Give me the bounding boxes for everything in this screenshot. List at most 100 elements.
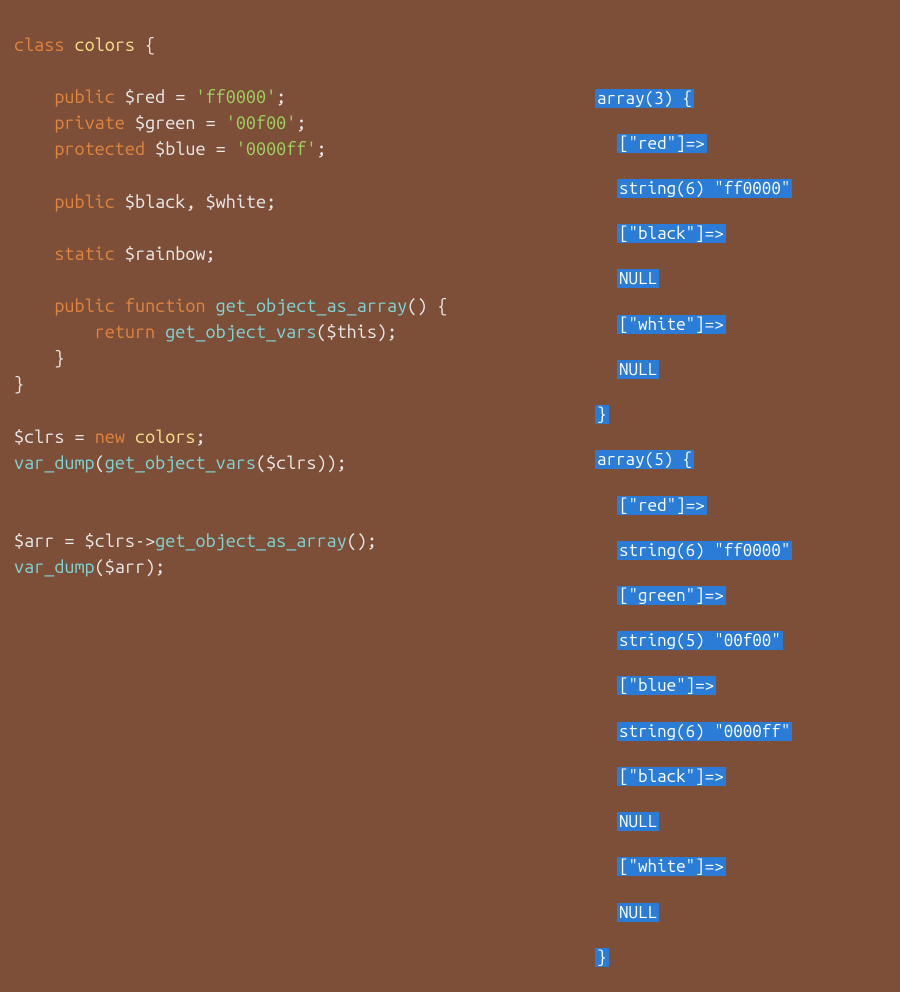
output-line: ["white"]=> [595,856,792,879]
paren-close: ); [145,557,165,577]
code-line: public $red = 'ff0000'; [14,87,286,107]
semicolon: ; [367,531,377,551]
output-line: ["black"]=> [595,223,792,246]
string-literal: '0000ff' [236,139,317,159]
output-line: NULL [595,359,792,382]
keyword-class: class [14,35,64,55]
output-line: } [595,404,792,427]
code-line: $clrs = new colors; [14,427,206,447]
class-name: colors [135,427,195,447]
brace-close: } [14,374,24,394]
string-literal: '00f00' [226,113,297,133]
output-line: array(3) { [595,88,792,111]
semicolon: ; [266,192,276,212]
output-text: NULL [617,269,659,288]
assign: = [175,87,185,107]
output-line: ["red"]=> [595,133,792,156]
code-line: return get_object_vars($this); [14,322,397,342]
variable: $this [327,322,377,342]
function-call: var_dump [14,557,95,577]
output-line: NULL [595,268,792,291]
variable: $white [206,192,266,212]
code-line: public $black, $white; [14,192,276,212]
keyword-visibility: public [54,87,114,107]
builtin-call: get_object_vars [105,453,256,473]
variable: $arr [14,531,54,551]
keyword-return: return [95,322,155,342]
variable: $black [125,192,185,212]
output-line: string(6) "ff0000" [595,178,792,201]
brace-open: { [145,35,155,55]
output-text: ["red"]=> [617,496,707,515]
paren-close: ); [377,322,397,342]
code-line: public function get_object_as_array() { [14,296,448,316]
assign: = [216,139,226,159]
output-line: ["green"]=> [595,585,792,608]
output-text: string(6) "ff0000" [617,541,792,560]
output-line: ["red"]=> [595,495,792,518]
output-text: ["blue"]=> [617,676,716,695]
output-text: NULL [617,812,659,831]
semicolon: ; [196,427,206,447]
output-text: ["black"]=> [617,767,726,786]
variable: $green [135,113,195,133]
variable: $clrs [85,531,135,551]
output-text: array(5) { [595,450,694,469]
output-line: } [595,947,792,970]
output-line: ["black"]=> [595,766,792,789]
code-line: private $green = '00f00'; [14,113,306,133]
comma: , [185,192,195,212]
code-line: } [14,348,64,368]
arrow-operator: -> [135,531,155,551]
output-text: ["white"]=> [617,315,726,334]
variable: $clrs [14,427,64,447]
code-line: } [14,374,24,394]
paren-open: ( [316,322,326,342]
output-line: ["blue"]=> [595,675,792,698]
code-editor[interactable]: class colors { public $red = 'ff0000'; p… [14,6,448,580]
keyword-static: static [54,244,114,264]
code-line: protected $blue = '0000ff'; [14,139,327,159]
output-text: array(3) { [595,89,694,108]
assign: = [206,113,216,133]
output-text: string(6) "ff0000" [617,179,792,198]
keyword-visibility: public [54,296,114,316]
semicolon: ; [316,139,326,159]
keyword-visibility: protected [54,139,145,159]
output-text: } [595,405,609,424]
method-call: get_object_as_array [155,531,347,551]
output-text: NULL [617,360,659,379]
code-line: $arr = $clrs->get_object_as_array(); [14,531,377,551]
output-line: ["white"]=> [595,314,792,337]
output-text: string(5) "00f00" [617,631,783,650]
code-line: var_dump(get_object_vars($clrs)); [14,453,347,473]
parens: () [407,296,427,316]
semicolon: ; [296,113,306,133]
output-panel[interactable]: array(3) { ["red"]=> string(6) "ff0000" … [595,65,792,992]
output-line: string(5) "00f00" [595,630,792,653]
output-text: NULL [617,903,659,922]
brace-close: } [54,348,64,368]
paren-open: ( [95,453,105,473]
output-text: string(6) "0000ff" [617,722,792,741]
variable: $rainbow [125,244,206,264]
paren-close: )); [316,453,346,473]
semicolon: ; [206,244,216,264]
class-name: colors [75,35,135,55]
keyword-function: function [125,296,206,316]
output-text: ["red"]=> [617,134,707,153]
parens: () [347,531,367,551]
function-name: get_object_as_array [216,296,408,316]
keyword-new: new [95,427,125,447]
code-line: class colors { [14,35,155,55]
paren-open: ( [95,557,105,577]
output-line: string(6) "0000ff" [595,721,792,744]
output-line: string(6) "ff0000" [595,540,792,563]
builtin-call: get_object_vars [165,322,316,342]
function-call: var_dump [14,453,95,473]
variable: $arr [105,557,145,577]
variable: $clrs [266,453,316,473]
brace-open: { [437,296,447,316]
output-text: ["white"]=> [617,857,726,876]
paren-open: ( [256,453,266,473]
